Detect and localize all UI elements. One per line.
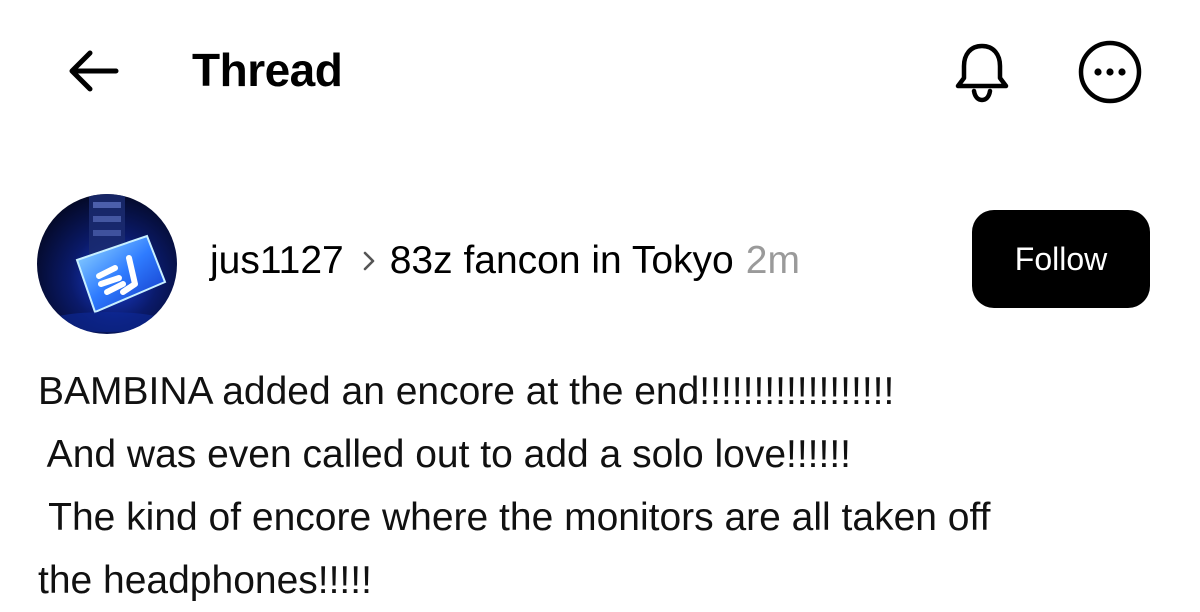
post-body-line: BAMBINA added an encore at the end!!!!!!…	[38, 370, 895, 413]
sj-lightstick-avatar	[37, 194, 177, 334]
back-button[interactable]	[60, 42, 124, 100]
post-meta: jus1127 83z fancon in Tokyo 2m	[210, 236, 800, 286]
chevron-right-icon	[362, 249, 376, 273]
avatar[interactable]	[37, 194, 177, 334]
post-body: BAMBINA added an encore at the end!!!!!!…	[38, 360, 1178, 612]
username-link[interactable]: jus1127	[210, 236, 344, 286]
community-link[interactable]: 83z fancon in Tokyo	[390, 236, 734, 286]
more-horizontal-circle-icon	[1078, 40, 1142, 104]
top-bar: Thread	[0, 0, 1200, 140]
post-body-line: The kind of encore where the monitors ar…	[38, 496, 991, 539]
bell-icon	[955, 43, 1009, 103]
page-title: Thread	[192, 44, 343, 96]
post-timestamp: 2m	[745, 239, 800, 282]
post-body-line: And was even called out to add a solo lo…	[38, 433, 852, 476]
post-body-line: the headphones!!!!!	[38, 559, 372, 602]
arrow-left-icon	[69, 50, 119, 92]
notifications-button[interactable]	[950, 40, 1014, 104]
follow-button[interactable]: Follow	[972, 210, 1150, 308]
more-options-button[interactable]	[1072, 40, 1148, 104]
